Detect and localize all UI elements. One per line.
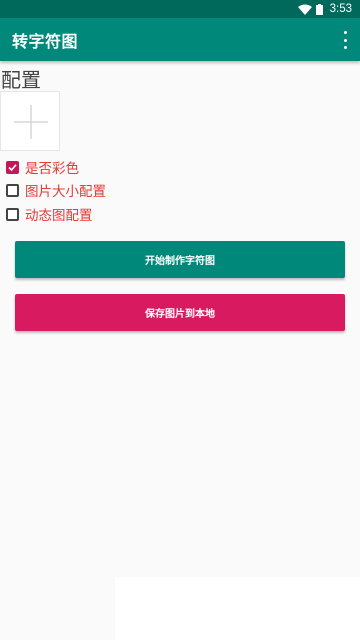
save-button[interactable]: 保存图片到本地 [15,294,345,331]
animated-checkbox[interactable] [6,207,19,221]
option-image-size[interactable]: 图片大小配置 [6,181,106,200]
plus-icon [14,105,48,139]
section-heading: 配置 [1,68,41,92]
blank-area [115,577,360,640]
wifi-icon [297,4,312,15]
start-button[interactable]: 开始制作字符图 [15,241,345,278]
option-label-image-size: 图片大小配置 [25,184,106,200]
check-icon [8,163,17,171]
app-bar: 转字符图 [0,18,360,61]
add-image-button[interactable] [0,91,60,151]
option-color[interactable]: 是否彩色 [6,158,79,177]
option-animated[interactable]: 动态图配置 [6,205,93,224]
overflow-menu-icon[interactable] [340,31,350,49]
image-size-checkbox[interactable] [6,183,19,197]
option-label-color: 是否彩色 [25,161,79,177]
option-label-animated: 动态图配置 [25,208,93,224]
battery-icon [315,3,323,15]
app-title: 转字符图 [12,31,79,51]
status-time: 3:53 [329,3,352,15]
color-checkbox[interactable] [6,160,19,174]
status-bar: 3:53 [0,0,360,18]
